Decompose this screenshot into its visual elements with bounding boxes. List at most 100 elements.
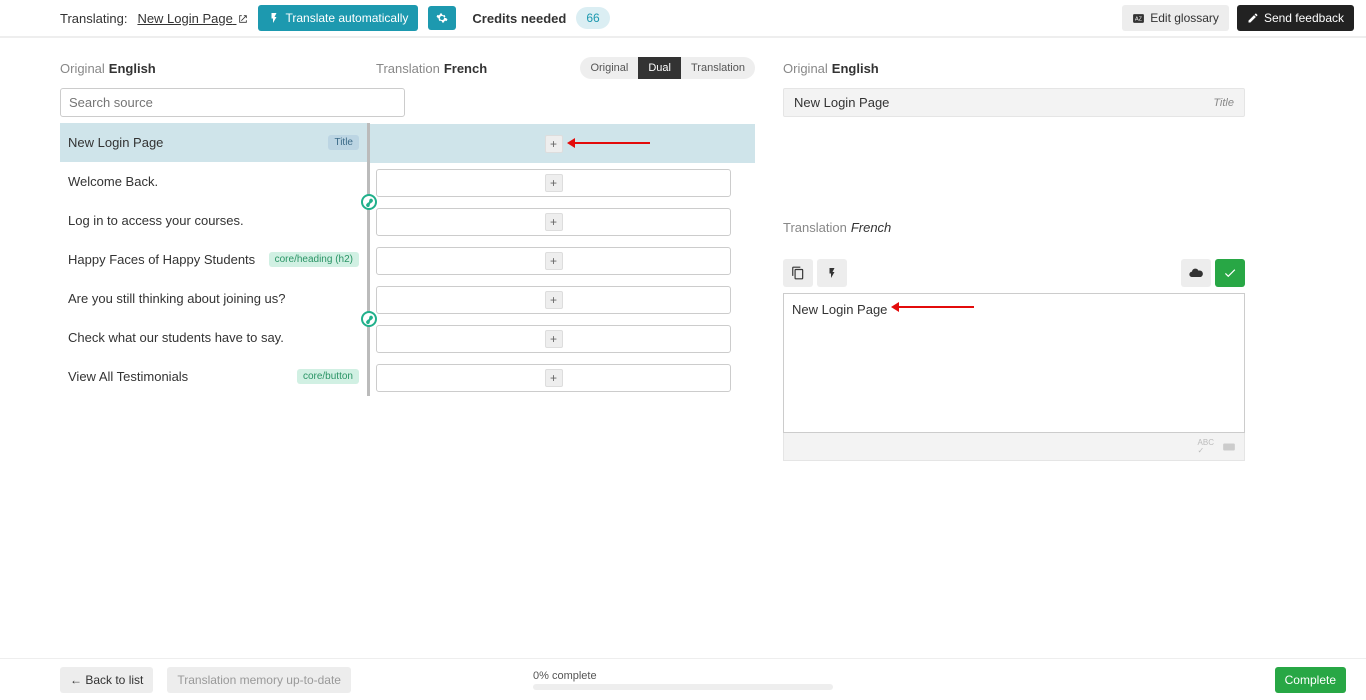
annotation-arrow	[570, 142, 650, 144]
top-right-buttons: AZ Edit glossary Send feedback	[1122, 5, 1354, 31]
source-row[interactable]: New Login Page Title	[60, 123, 370, 162]
translation-row[interactable]: +	[370, 241, 755, 280]
translation-row[interactable]: +	[370, 319, 755, 358]
add-translation-button[interactable]: +	[545, 174, 563, 192]
auto-translate-button[interactable]	[817, 259, 847, 287]
link-badge-icon	[361, 311, 377, 327]
progress-bar	[533, 684, 833, 690]
source-text: View All Testimonials	[68, 369, 188, 384]
detail-type-tag: Title	[1213, 97, 1234, 109]
check-icon	[1223, 266, 1237, 280]
source-row[interactable]: Check what our students have to say.	[60, 318, 370, 357]
translating-link-text: New Login Page	[137, 11, 232, 26]
cloud-icon	[1188, 265, 1204, 281]
editor-toolbar	[783, 259, 1245, 287]
translation-editor[interactable]: New Login Page	[783, 293, 1245, 433]
add-translation-button[interactable]: +	[545, 330, 563, 348]
send-feedback-button[interactable]: Send feedback	[1237, 5, 1354, 31]
source-text: Check what our students have to say.	[68, 330, 284, 345]
row-type-tag: core/button	[297, 369, 359, 384]
detail-panel: Original English New Login Page Title Tr…	[765, 48, 1265, 658]
translation-editor-text: New Login Page	[792, 302, 887, 317]
view-original[interactable]: Original	[580, 57, 638, 79]
view-translation[interactable]: Translation	[681, 57, 755, 79]
pencil-icon	[1247, 12, 1259, 24]
editor-footer: ABC✓	[783, 433, 1245, 461]
detail-original-label: Original	[783, 61, 828, 76]
svg-text:AZ: AZ	[1135, 16, 1143, 22]
source-rows: New Login Page Title Welcome Back. Log i…	[60, 123, 370, 396]
translating-label: Translating:	[60, 11, 127, 26]
original-text-box: New Login Page Title	[783, 88, 1245, 117]
back-to-list-button[interactable]: ← Back to list	[60, 667, 153, 693]
gear-icon	[436, 12, 448, 24]
source-text: Welcome Back.	[68, 174, 158, 189]
detail-original-lang: English	[832, 61, 879, 76]
add-translation-button[interactable]: +	[545, 252, 563, 270]
credits-needed-label: Credits needed	[472, 11, 566, 26]
source-row[interactable]: Happy Faces of Happy Students core/headi…	[60, 240, 370, 279]
settings-button[interactable]	[428, 6, 456, 30]
translation-row[interactable]: +	[370, 358, 755, 397]
add-translation-button[interactable]: +	[545, 135, 563, 153]
source-text: Are you still thinking about joining us?	[68, 291, 286, 306]
translation-label: Translation	[376, 61, 440, 76]
add-translation-button[interactable]: +	[545, 291, 563, 309]
progress-label: 0% complete	[533, 670, 597, 682]
bolt-icon	[826, 267, 838, 279]
bolt-icon	[268, 12, 280, 24]
translate-automatically-button[interactable]: Translate automatically	[258, 5, 418, 31]
cloud-button[interactable]	[1181, 259, 1211, 287]
source-header: Original English	[60, 48, 370, 88]
view-dual[interactable]: Dual	[638, 57, 681, 79]
translation-rows: + + + + +	[370, 124, 755, 397]
original-label: Original	[60, 61, 105, 76]
add-translation-button[interactable]: +	[545, 213, 563, 231]
detail-original-text: New Login Page	[794, 95, 889, 110]
view-toggle: Original Dual Translation	[580, 57, 755, 79]
translation-row[interactable]: +	[370, 124, 755, 163]
source-text: New Login Page	[68, 135, 163, 150]
translating-page-link[interactable]: New Login Page	[137, 11, 248, 26]
translation-header: Translation French Original Dual Transla…	[370, 48, 755, 88]
copy-source-button[interactable]	[783, 259, 813, 287]
detail-translation-lang: French	[851, 220, 891, 235]
glossary-icon: AZ	[1132, 12, 1145, 25]
source-row[interactable]: Welcome Back.	[60, 162, 370, 201]
edit-glossary-label: Edit glossary	[1150, 11, 1219, 25]
bottom-bar: ← Back to list Translation memory up-to-…	[0, 658, 1366, 700]
detail-original-header: Original English	[783, 48, 1245, 88]
translation-rows-wrapper: + + + + +	[370, 88, 755, 397]
source-text: Happy Faces of Happy Students	[68, 252, 255, 267]
add-translation-button[interactable]: +	[545, 369, 563, 387]
translation-row[interactable]: +	[370, 202, 755, 241]
keyboard-icon[interactable]	[1222, 440, 1236, 454]
translation-lang: French	[444, 61, 487, 76]
external-link-icon	[238, 14, 248, 24]
top-bar: Translating: New Login Page Translate au…	[0, 0, 1366, 36]
search-source-input[interactable]	[60, 88, 405, 117]
source-row[interactable]: Are you still thinking about joining us?	[60, 279, 370, 318]
translation-column: Translation French Original Dual Transla…	[370, 48, 765, 658]
copy-icon	[791, 266, 805, 280]
send-feedback-label: Send feedback	[1264, 11, 1344, 25]
link-badge-icon	[361, 194, 377, 210]
confirm-button[interactable]	[1215, 259, 1245, 287]
spellcheck-icon[interactable]: ABC✓	[1198, 439, 1214, 455]
row-type-tag: Title	[328, 135, 359, 150]
translation-row[interactable]: +	[370, 163, 755, 202]
original-lang: English	[109, 61, 156, 76]
translation-memory-status[interactable]: Translation memory up-to-date	[167, 667, 351, 693]
source-row[interactable]: Log in to access your courses.	[60, 201, 370, 240]
annotation-arrow	[894, 306, 974, 308]
detail-translation-header: Translation French	[783, 207, 1245, 247]
source-row[interactable]: View All Testimonials core/button	[60, 357, 370, 396]
detail-translation-label: Translation	[783, 220, 847, 235]
row-type-tag: core/heading (h2)	[269, 252, 359, 267]
translate-auto-label: Translate automatically	[285, 11, 408, 25]
translation-row[interactable]: +	[370, 280, 755, 319]
source-column: Original English New Login Page Title We…	[0, 48, 370, 658]
complete-button[interactable]: Complete	[1275, 667, 1346, 693]
edit-glossary-button[interactable]: AZ Edit glossary	[1122, 5, 1229, 31]
main-area: Original English New Login Page Title We…	[0, 38, 1366, 658]
